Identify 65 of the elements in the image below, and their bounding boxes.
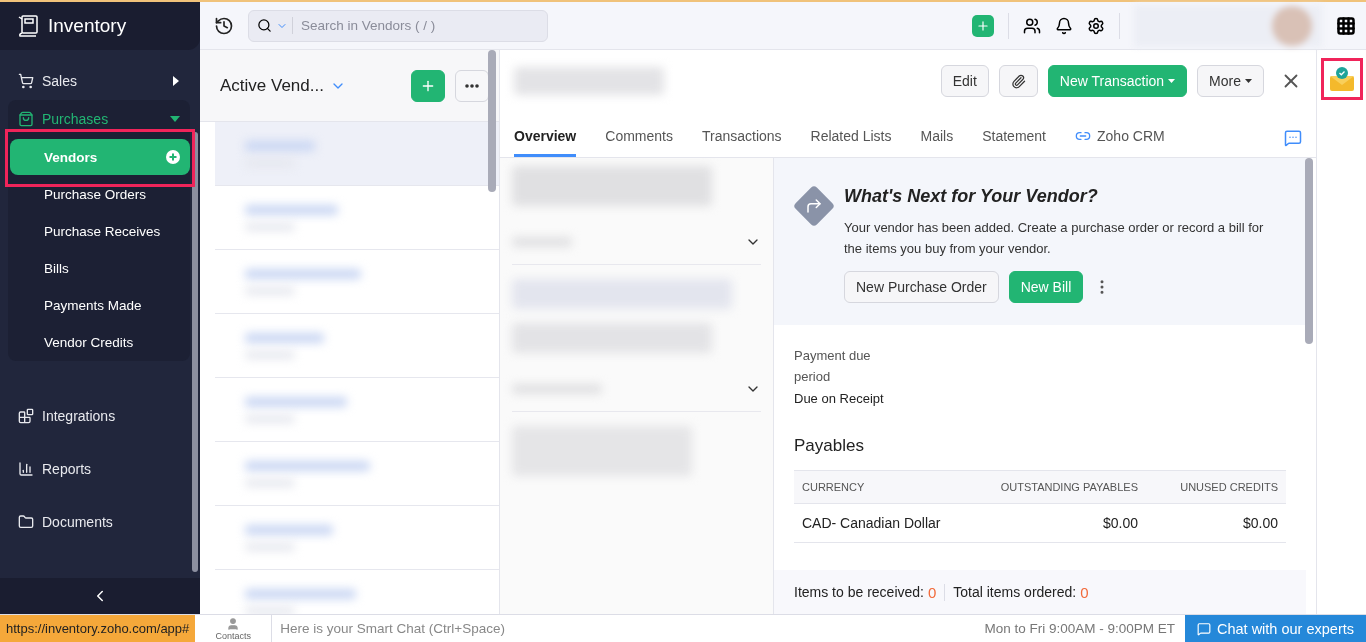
nav-item[interactable]: Reports <box>8 442 190 495</box>
section-title: Payables <box>793 435 865 457</box>
footer-value: 0 <box>927 583 937 601</box>
tab[interactable]: Transactions <box>701 128 782 157</box>
column-header: OUTSTANDING PAYABLES <box>970 470 1146 504</box>
tab[interactable]: Related Lists <box>810 128 892 157</box>
nav-subitem[interactable]: Purchase Receives <box>10 213 190 249</box>
book-icon <box>16 14 40 38</box>
footer-label: Total items ordered: <box>953 584 1077 600</box>
chat-button[interactable]: Chat with our experts <box>1185 614 1366 642</box>
more-button[interactable] <box>455 69 489 102</box>
bag-icon <box>18 111 34 127</box>
support-hours: Mon to Fri 9:00AM - 9:00PM ET <box>983 621 1176 636</box>
search-bar[interactable]: Search in Vendors ( / ) <box>248 9 548 42</box>
column-header: CURRENCY <box>794 470 970 504</box>
mail-icon[interactable] <box>1327 66 1356 92</box>
nav-subitem[interactable]: Vendor Credits <box>10 324 190 360</box>
nav-item[interactable]: Sales <box>8 62 190 100</box>
tab[interactable]: Zoho CRM <box>1075 128 1165 157</box>
paperclip-icon <box>1010 73 1026 89</box>
nav-subitem[interactable]: Bills <box>10 250 190 286</box>
comment-icon[interactable] <box>1284 129 1302 147</box>
attach-button[interactable] <box>998 65 1038 97</box>
nav-subitem[interactable]: Payments Made <box>10 287 190 323</box>
chat-icon <box>1197 621 1211 636</box>
more-icon <box>465 83 479 88</box>
field-value: Due on Receipt <box>794 391 885 406</box>
caret-down-icon <box>1168 79 1176 83</box>
caret-down-icon <box>1245 79 1252 83</box>
card-text: Your vendor has been added. Create a purchase order or record a bill for the items you buy from your vendor. <box>844 219 1265 258</box>
table-cell: $0.00 <box>970 504 1146 543</box>
nav-item[interactable]: Purchases <box>8 100 190 138</box>
chart-icon <box>18 460 34 477</box>
contacts-button[interactable]: Contacts <box>195 616 272 641</box>
edit-button[interactable]: Edit <box>940 65 989 97</box>
field-label: Payment due period <box>794 347 872 386</box>
new-purchase-order-button[interactable]: New Purchase Order <box>844 271 999 303</box>
cart-icon <box>18 73 34 89</box>
users-icon[interactable] <box>1023 16 1041 35</box>
nav-item[interactable]: Integrations <box>8 389 190 442</box>
nav-item[interactable]: Documents <box>8 495 190 548</box>
app-name: Inventory <box>48 15 127 37</box>
tab[interactable]: Statement <box>982 128 1046 157</box>
url-tooltip: https://inventory.zoho.com/app# <box>0 615 196 642</box>
table-cell: $0.00 <box>1146 504 1286 543</box>
footer-value: 0 <box>1080 583 1089 601</box>
folder-icon <box>18 513 34 530</box>
column-header: UNUSED CREDITS <box>1146 470 1286 504</box>
search-icon[interactable] <box>257 18 272 33</box>
add-icon <box>166 150 180 164</box>
tab[interactable]: Mails <box>920 128 954 157</box>
more-button[interactable]: More <box>1197 65 1264 97</box>
footer-label: Items to be received: <box>794 584 924 600</box>
card-title: What's Next for Your Vendor? <box>844 186 1099 207</box>
history-icon[interactable] <box>214 15 234 36</box>
nav-subitem[interactable]: Purchase Orders <box>10 176 190 212</box>
bell-icon[interactable] <box>1055 16 1073 35</box>
plus-icon <box>976 18 990 33</box>
list-title[interactable]: Active Vend... <box>220 75 324 96</box>
tab[interactable]: Comments <box>605 128 673 157</box>
search-field[interactable]: Search in Vendors ( / ) <box>292 17 539 34</box>
table-cell: CAD- Canadian Dollar <box>794 504 970 543</box>
person-icon <box>226 616 241 631</box>
apps-icon[interactable] <box>1336 15 1356 36</box>
settings-icon[interactable] <box>1087 16 1105 35</box>
